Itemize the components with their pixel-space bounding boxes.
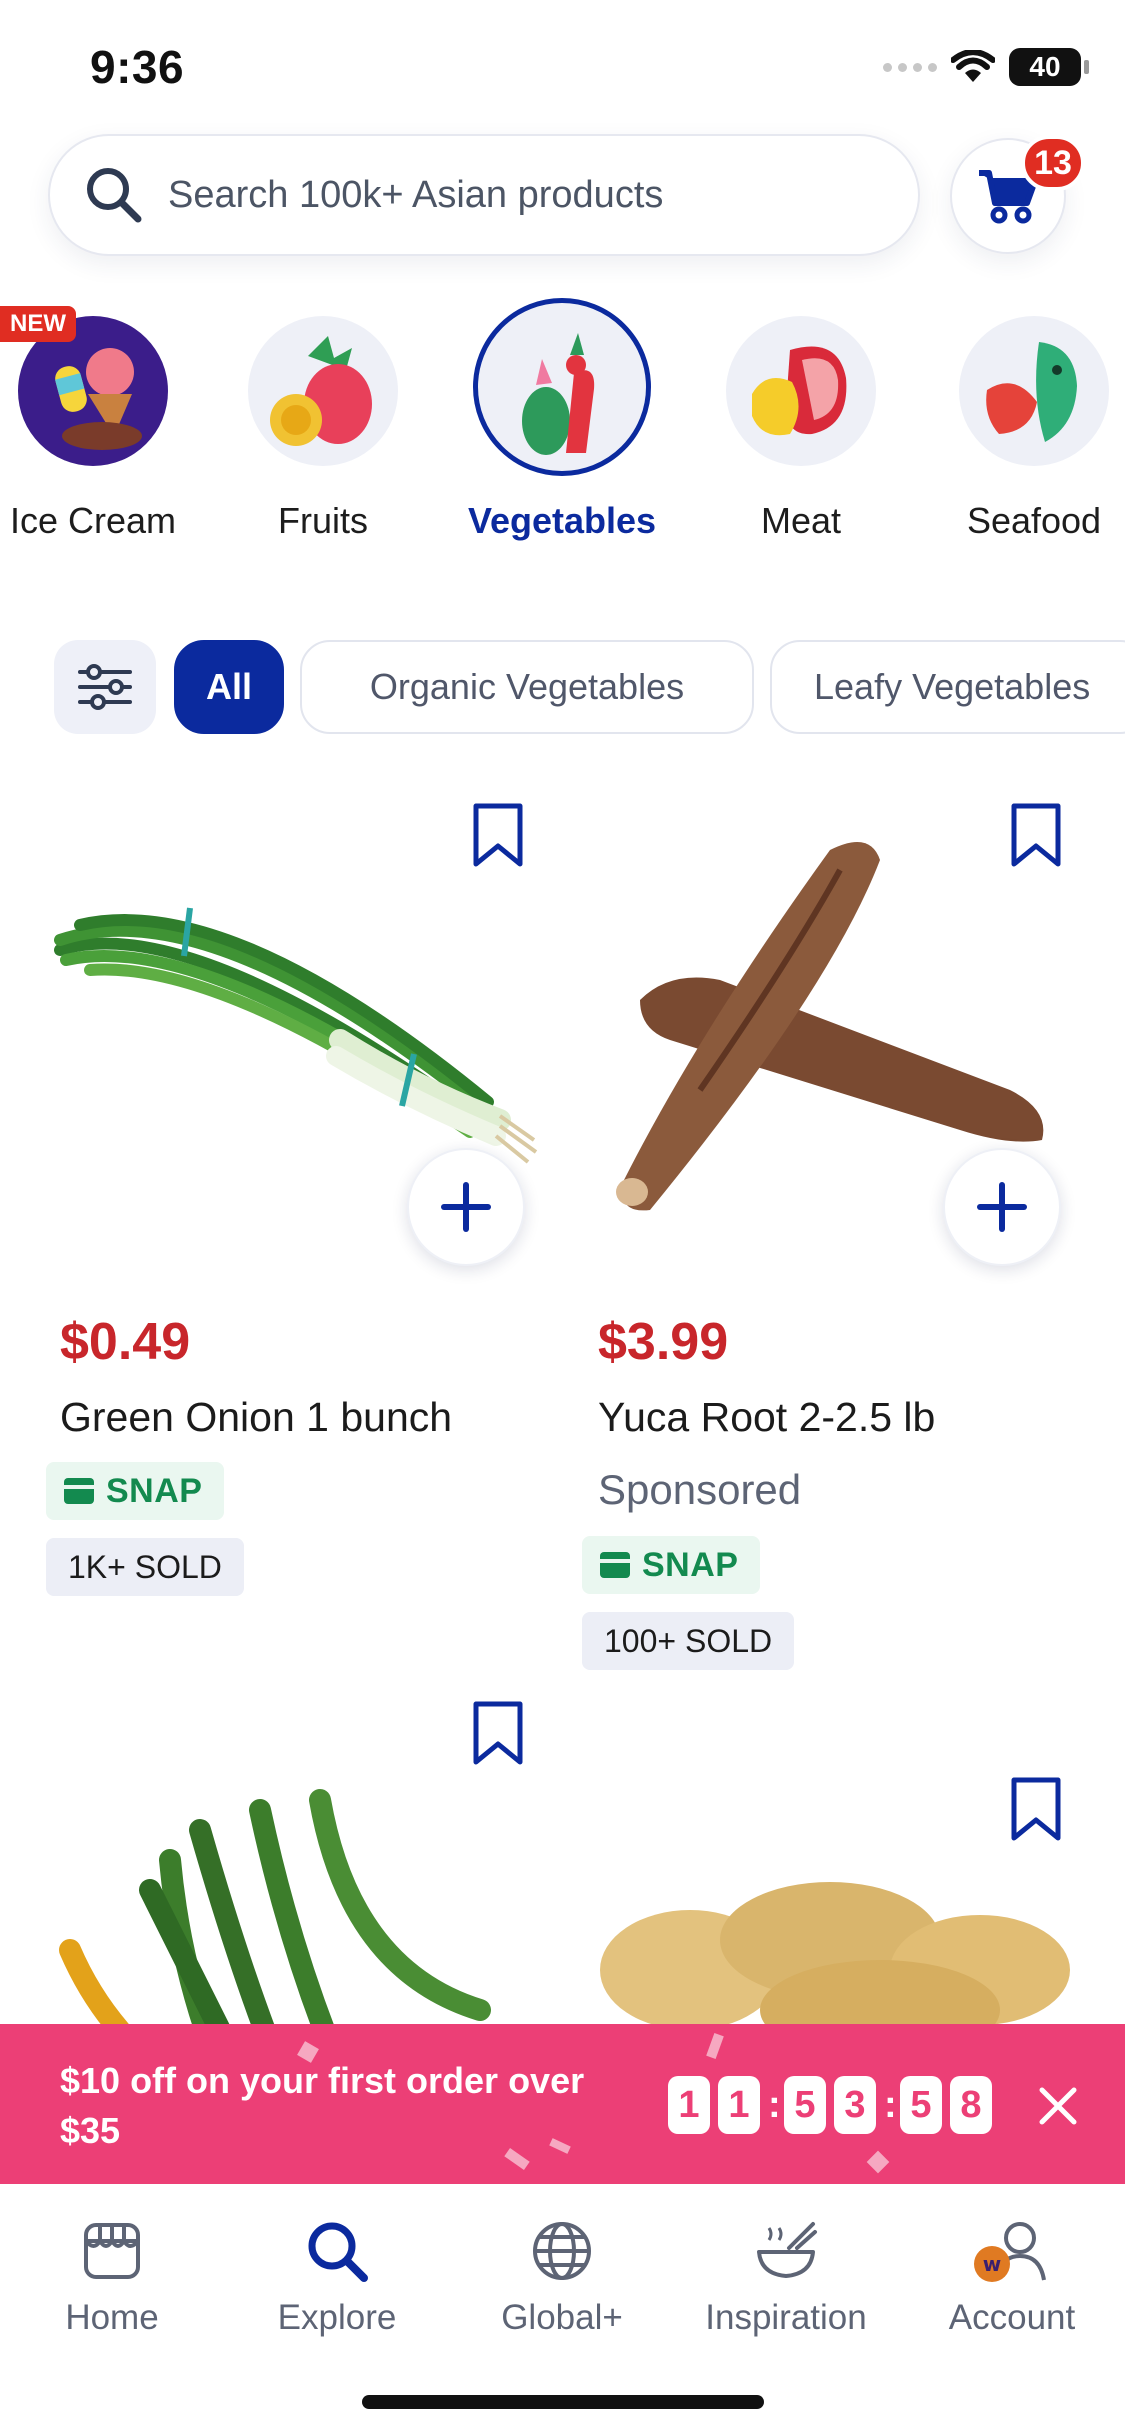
svg-text:w: w — [983, 2252, 1001, 2276]
category-label: Fruits — [278, 500, 368, 541]
promo-text: $10 off on your first order over $35 — [60, 2060, 585, 2151]
product-card[interactable]: $3.99 Yuca Root 2-2.5 lb Sponsored SNAP … — [580, 790, 1100, 1670]
countdown-digit: 1 — [718, 2076, 760, 2134]
countdown-digit: 5 — [900, 2076, 942, 2134]
countdown-digit: 5 — [784, 2076, 826, 2134]
store-icon — [84, 2223, 140, 2279]
countdown-separator: : — [768, 2083, 781, 2126]
snap-card-icon — [64, 1478, 94, 1504]
countdown-digit: 3 — [834, 2076, 876, 2134]
category-vegetables[interactable]: Vegetables — [447, 296, 677, 541]
bookmark-icon[interactable] — [468, 1700, 528, 1766]
seafood-icon — [959, 316, 1109, 466]
filter-button[interactable] — [54, 640, 156, 734]
plus-icon — [441, 1182, 491, 1232]
promo-banner[interactable]: $10 off on your first order over $35 1 1… — [0, 2024, 1125, 2184]
category-meat[interactable]: Meat — [686, 296, 916, 541]
add-to-cart-button[interactable] — [943, 1148, 1061, 1266]
vegetables-icon — [473, 298, 651, 476]
nav-explore[interactable]: Explore — [237, 2214, 437, 2338]
sponsored-label: Sponsored — [598, 1466, 802, 1513]
category-label: Vegetables — [467, 500, 657, 541]
search-input[interactable]: Search 100k+ Asian products — [48, 134, 920, 256]
sold-count-badge: 100+ SOLD — [582, 1612, 795, 1670]
category-fruits[interactable]: Fruits — [208, 296, 438, 541]
home-indicator — [362, 2395, 764, 2409]
category-seafood[interactable]: Seafood — [919, 296, 1125, 541]
bookmark-icon[interactable] — [1006, 1776, 1066, 1842]
plus-icon — [977, 1182, 1027, 1232]
bookmark-icon[interactable] — [1006, 802, 1066, 868]
category-label: Ice Cream — [9, 500, 177, 541]
add-to-cart-button[interactable] — [407, 1148, 525, 1266]
search-icon — [308, 2222, 368, 2282]
nav-account[interactable]: w Account — [912, 2214, 1112, 2338]
nav-label: Global+ — [501, 2298, 623, 2337]
snap-badge: SNAP — [582, 1536, 761, 1594]
nav-label: Account — [948, 2298, 1076, 2337]
nav-inspiration[interactable]: Inspiration — [686, 2214, 886, 2338]
product-card[interactable] — [40, 1690, 560, 2030]
product-price: $0.49 — [60, 1313, 191, 1371]
product-name: Green Onion 1 bunch — [60, 1394, 453, 1440]
cart-count-badge: 13 — [1021, 135, 1085, 191]
category-label: Seafood — [966, 500, 1102, 541]
battery-icon: 40 — [1009, 48, 1089, 86]
snap-label: SNAP — [642, 1545, 739, 1584]
filter-chip-row: All Organic Vegetables Leafy Vegetables — [0, 638, 1125, 736]
nav-home[interactable]: Home — [12, 2214, 212, 2338]
bowl-icon — [757, 2222, 817, 2278]
sliders-icon — [78, 664, 132, 710]
product-card[interactable]: $0.49 Green Onion 1 bunch SNAP 1K+ SOLD — [40, 790, 560, 1600]
chip-leafy-vegetables[interactable]: Leafy Vegetables — [770, 640, 1125, 734]
account-icon: w — [974, 2222, 1046, 2282]
countdown-separator: : — [884, 2083, 897, 2126]
snap-label: SNAP — [106, 1471, 203, 1510]
countdown-digit: 8 — [950, 2076, 992, 2134]
nav-global[interactable]: Global+ — [462, 2214, 662, 2338]
countdown-timer: 1 1 : 5 3 : 5 8 — [668, 2076, 992, 2134]
nav-label: Home — [65, 2298, 159, 2337]
new-badge: NEW — [0, 306, 76, 342]
category-label: Meat — [760, 500, 842, 541]
nav-label: Inspiration — [705, 2298, 867, 2337]
ginger-image — [600, 1882, 1070, 2030]
fruits-icon — [248, 316, 398, 466]
sold-count-badge: 1K+ SOLD — [46, 1538, 244, 1596]
chip-organic-vegetables[interactable]: Organic Vegetables — [300, 640, 754, 734]
cellular-signal-icon — [883, 62, 937, 72]
chip-all[interactable]: All — [174, 640, 284, 734]
globe-icon — [533, 2222, 591, 2280]
category-carousel: Ice Cream NEW Fruits Vegetables Meat Sea… — [0, 296, 1125, 556]
product-price: $3.99 — [598, 1313, 729, 1371]
product-name: Yuca Root 2-2.5 lb — [598, 1394, 936, 1440]
search-placeholder: Search 100k+ Asian products — [168, 173, 664, 216]
countdown-digit: 1 — [668, 2076, 710, 2134]
nav-label: Explore — [277, 2298, 397, 2337]
snap-badge: SNAP — [46, 1462, 225, 1520]
wifi-icon — [951, 50, 995, 82]
search-icon — [87, 168, 142, 223]
status-icons: 40 — [883, 48, 1089, 86]
status-bar: 9:36 40 — [0, 0, 1125, 135]
status-time: 9:36 — [90, 41, 185, 93]
meat-icon — [726, 316, 876, 466]
product-card[interactable] — [580, 1770, 1100, 2030]
green-chili-image — [59, 1789, 491, 2030]
close-icon[interactable] — [1036, 2084, 1080, 2128]
bookmark-icon[interactable] — [468, 802, 528, 868]
snap-card-icon — [600, 1552, 630, 1578]
